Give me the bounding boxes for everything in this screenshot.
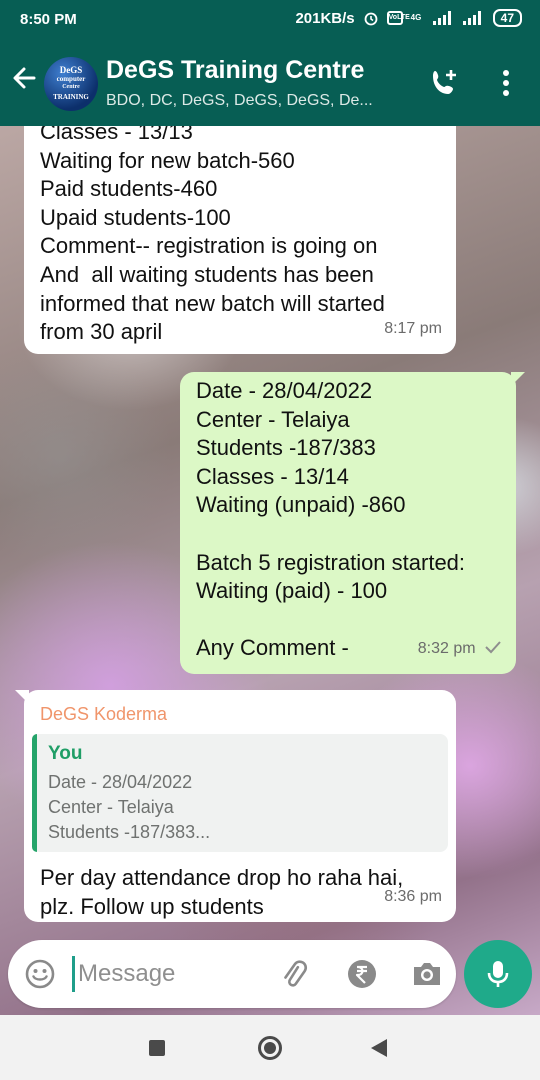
check-icon xyxy=(485,641,501,654)
group-avatar[interactable]: DeGS computer Centre TRAINING xyxy=(44,57,98,111)
status-icons: 201KB/s VoLTE 4G 47 xyxy=(295,9,522,27)
back-arrow-icon[interactable] xyxy=(10,64,38,92)
attach-icon[interactable] xyxy=(278,958,310,990)
message-line: Upaid students-100 xyxy=(40,204,231,230)
android-nav-bar xyxy=(0,1015,540,1080)
message-line xyxy=(196,606,500,635)
quote-line: Date - 28/04/2022 xyxy=(48,772,193,792)
avatar-text-4: TRAINING xyxy=(53,93,89,101)
status-time: 8:50 PM xyxy=(20,11,77,28)
message-line: plz. Follow up students xyxy=(40,893,264,919)
sender-name[interactable]: DeGS Koderma xyxy=(32,700,448,726)
quoted-message[interactable]: You Date - 28/04/2022 Center - Telaiya S… xyxy=(32,734,448,852)
message-time: 8:17 pm xyxy=(384,320,442,338)
message-time-status: 8:32 pm xyxy=(418,635,502,664)
message-bubble-outgoing[interactable]: Date - 28/04/2022 Center - Telaiya Stude… xyxy=(180,372,525,674)
network-speed: 201KB/s xyxy=(295,9,355,27)
message-line: Students -187/383 xyxy=(196,435,376,461)
status-bar: 8:50 PM 201KB/s VoLTE 4G 47 xyxy=(0,0,540,40)
message-line: And all waiting students has been xyxy=(40,261,374,287)
message-line xyxy=(196,520,500,549)
chat-members[interactable]: BDO, DC, DeGS, DeGS, DeGS, De... xyxy=(106,92,406,110)
more-vert-icon[interactable] xyxy=(494,67,518,99)
rupee-icon[interactable] xyxy=(346,958,378,990)
quote-accent-bar xyxy=(32,734,37,852)
message-line: Waiting for new batch-560 xyxy=(40,147,295,173)
message-bubble-incoming[interactable]: Classes - 13/13 Waiting for new batch-56… xyxy=(24,126,456,354)
message-line: Batch 5 registration started: xyxy=(196,549,466,575)
chat-header: DeGS computer Centre TRAINING DeGS Train… xyxy=(0,40,540,126)
message-time: 8:36 pm xyxy=(384,888,442,906)
avatar-text-2: computer xyxy=(56,75,86,83)
message-line: Paid students-460 xyxy=(40,176,218,202)
camera-icon[interactable] xyxy=(410,958,444,990)
message-line: Per day attendance drop ho raha hai, xyxy=(40,865,404,890)
battery-icon: 47 xyxy=(492,9,522,27)
add-call-icon[interactable] xyxy=(428,67,460,99)
message-time: 8:32 pm xyxy=(417,640,476,658)
message-line: informed that new batch will started xyxy=(40,290,385,316)
recents-button[interactable] xyxy=(149,1040,165,1056)
volte-icon: VoLTE xyxy=(386,11,410,25)
nav-back-button[interactable] xyxy=(371,1039,387,1057)
chat-title[interactable]: DeGS Training Centre xyxy=(106,56,364,85)
message-composer[interactable]: Message xyxy=(8,940,456,1008)
message-line: Waiting (paid) - 100 xyxy=(196,578,388,604)
message-line: Classes - 13/14 xyxy=(196,463,349,489)
network-type: 4G xyxy=(410,13,422,22)
message-line: Date - 28/04/2022 xyxy=(196,378,373,403)
avatar-text-1: DeGS xyxy=(59,65,83,75)
message-line: Center - Telaiya xyxy=(196,406,350,432)
text-cursor xyxy=(72,956,75,992)
signal-icon xyxy=(432,11,455,25)
signal-2-icon xyxy=(462,11,485,25)
quote-line: Students -187/383... xyxy=(48,822,211,842)
message-input[interactable]: Message xyxy=(78,960,175,988)
quote-author: You xyxy=(48,743,83,764)
message-line: Classes - 13/13 xyxy=(40,126,193,144)
message-line: from 30 april xyxy=(40,319,163,345)
alarm-icon xyxy=(364,12,378,26)
message-line: Comment-- registration is going on xyxy=(40,233,378,259)
emoji-icon[interactable] xyxy=(24,958,56,990)
mic-icon xyxy=(487,961,509,987)
mic-button[interactable] xyxy=(464,940,532,1008)
home-button[interactable] xyxy=(258,1036,282,1060)
message-line: Waiting (unpaid) -860 xyxy=(196,492,406,518)
message-bubble-incoming[interactable]: DeGS Koderma You Date - 28/04/2022 Cente… xyxy=(15,690,456,922)
quote-line: Center - Telaiya xyxy=(48,797,174,817)
chat-area[interactable]: Classes - 13/13 Waiting for new batch-56… xyxy=(0,126,540,1015)
app-header-bar: 8:50 PM 201KB/s VoLTE 4G 47 DeGS compute… xyxy=(0,0,540,126)
avatar-text-3: Centre xyxy=(62,84,80,90)
